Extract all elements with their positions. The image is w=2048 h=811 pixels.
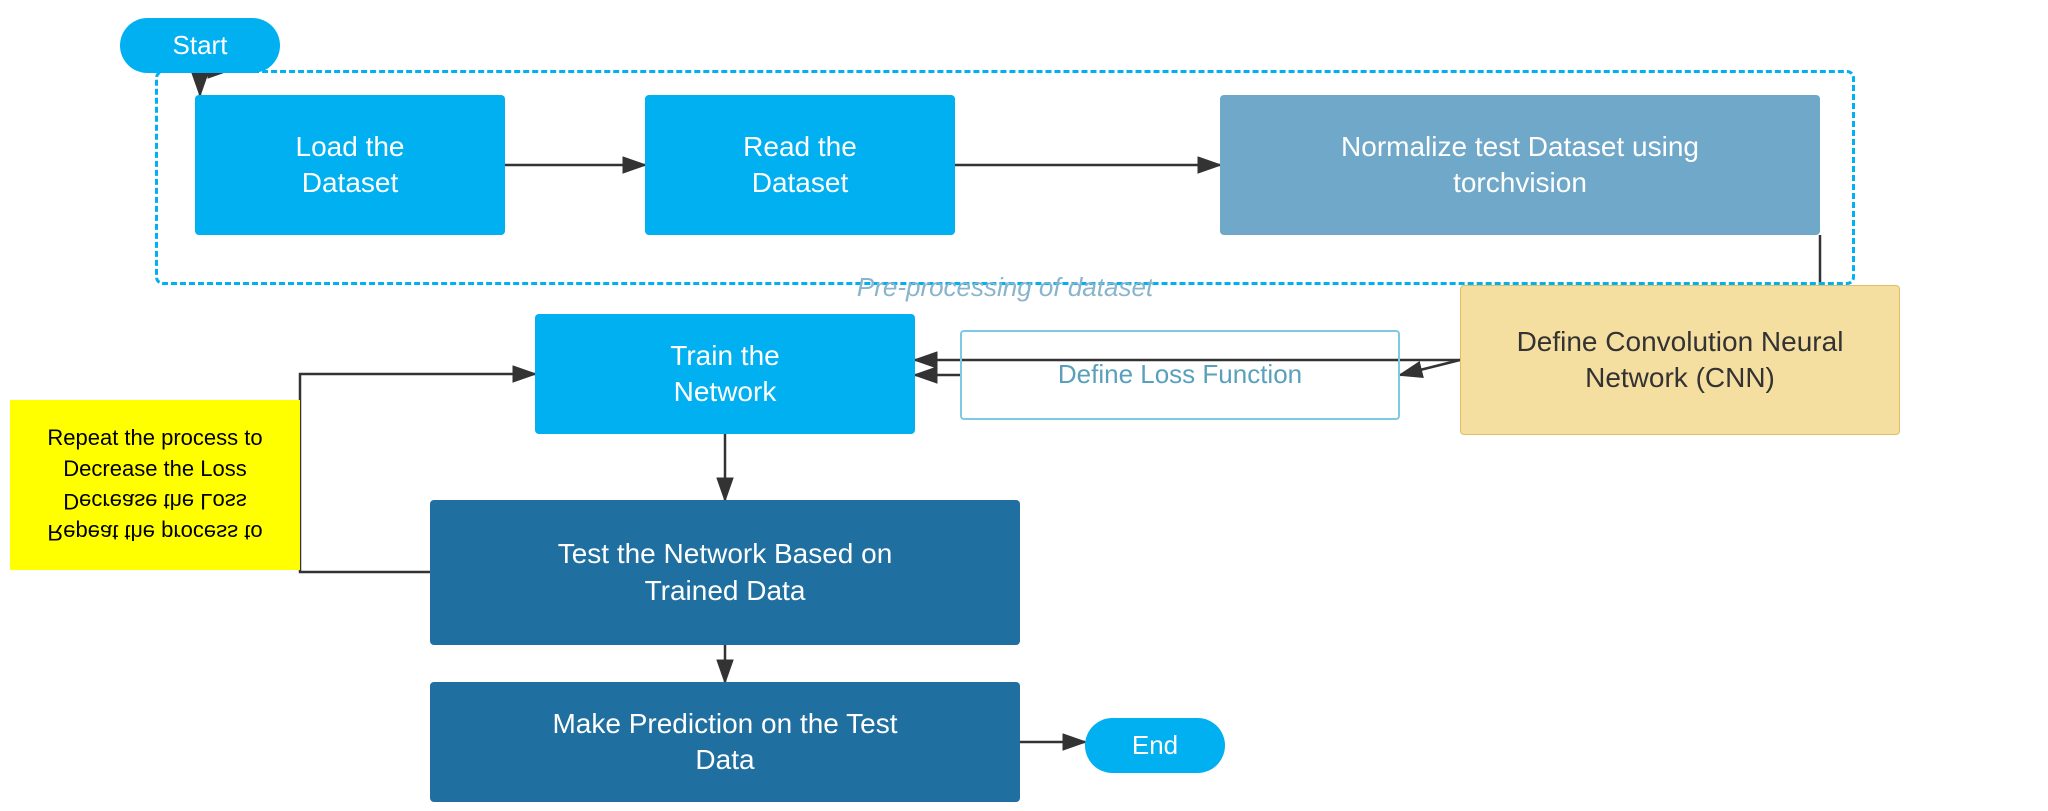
normalize-label: Normalize test Dataset using torchvision	[1341, 129, 1699, 202]
load-box: Load the Dataset	[195, 95, 505, 235]
train-box: Train the Network	[535, 314, 915, 434]
cnn-label: Define Convolution Neural Network (CNN)	[1517, 324, 1844, 397]
read-label: Read the Dataset	[743, 129, 857, 202]
predict-label: Make Prediction on the Test Data	[552, 706, 897, 779]
start-label: Start	[173, 29, 228, 63]
predict-box: Make Prediction on the Test Data	[430, 682, 1020, 802]
flowchart: Start Pre-processing of dataset Load the…	[0, 0, 2048, 811]
end-label: End	[1132, 729, 1178, 763]
train-label: Train the Network	[670, 338, 779, 411]
load-label: Load the Dataset	[296, 129, 405, 202]
repeat-text: Repeat the process to Decrease the Loss …	[47, 423, 262, 546]
loss-label: Define Loss Function	[1058, 358, 1302, 392]
loss-box: Define Loss Function	[960, 330, 1400, 420]
normalize-box: Normalize test Dataset using torchvision	[1220, 95, 1820, 235]
start-box: Start	[120, 18, 280, 73]
read-box: Read the Dataset	[645, 95, 955, 235]
test-box: Test the Network Based on Trained Data	[430, 500, 1020, 645]
test-label: Test the Network Based on Trained Data	[558, 536, 893, 609]
repeat-label: Repeat the process to Decrease the Loss …	[10, 400, 300, 570]
end-box: End	[1085, 718, 1225, 773]
cnn-box: Define Convolution Neural Network (CNN)	[1460, 285, 1900, 435]
